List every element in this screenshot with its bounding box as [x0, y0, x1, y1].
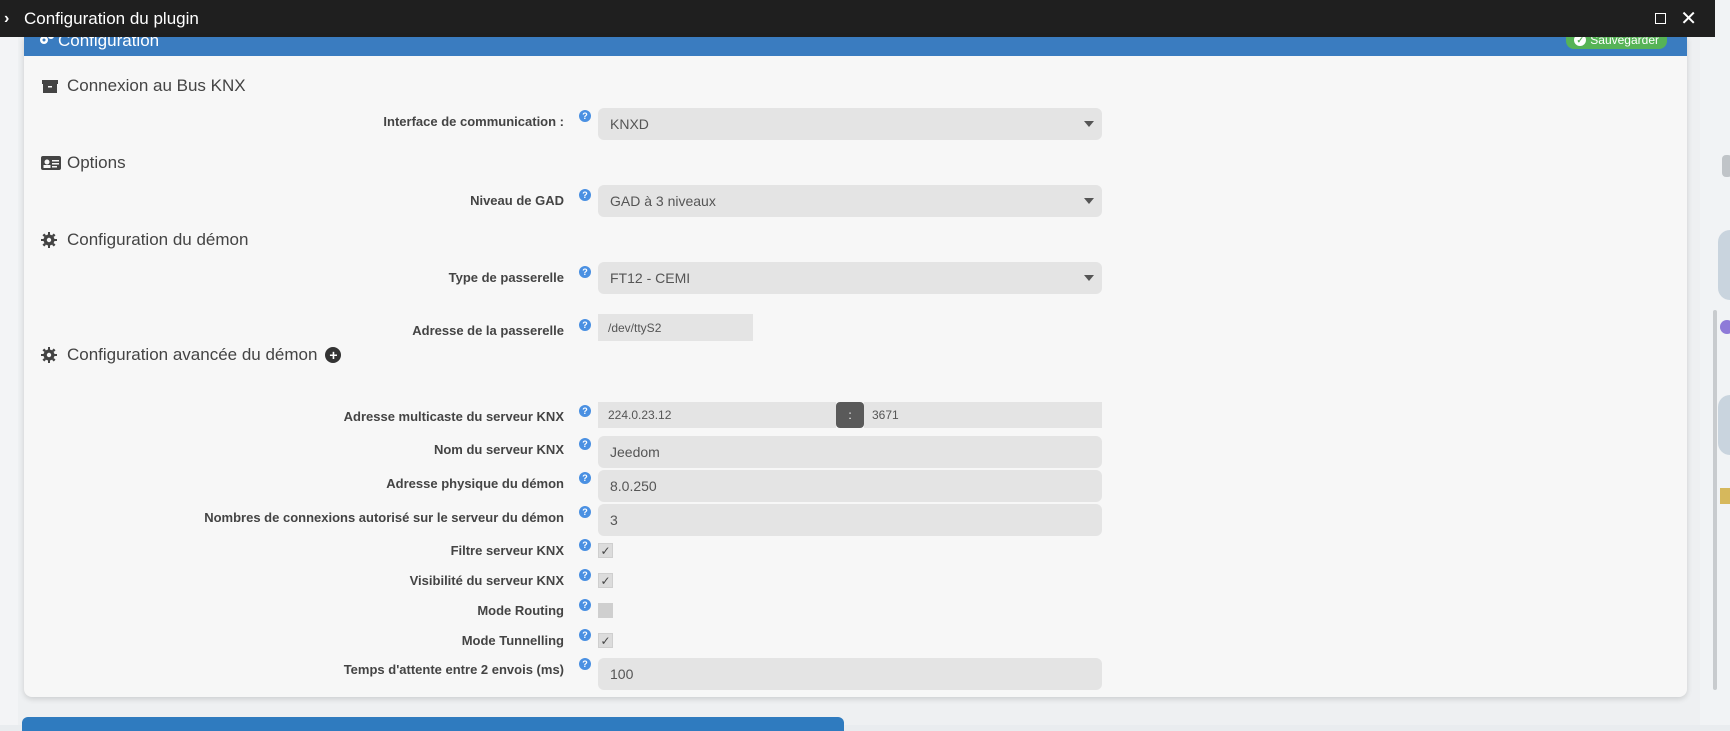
tunnelling-mode-checkbox[interactable]: ✓	[598, 633, 613, 648]
panel-title-text: Configuration	[58, 37, 160, 50]
field-row-connections: Nombres de connexions autorisé sur le se…	[24, 504, 1687, 536]
field-label: Temps d'attente entre 2 envois (ms)	[343, 662, 564, 677]
field-label: Nombres de connexions autorisé sur le se…	[204, 510, 564, 525]
multicast-ip-input[interactable]: 224.0.23.12	[598, 402, 836, 428]
field-label: Adresse physique du démon	[386, 476, 564, 491]
save-button-label: Sauvegarder	[1590, 37, 1659, 47]
section-title-text: Configuration avancée du démon	[67, 345, 318, 364]
help-icon[interactable]: ?	[579, 319, 591, 331]
connections-input[interactable]: 3	[598, 504, 1102, 536]
caret-down-icon	[1084, 198, 1094, 204]
routing-mode-checkbox[interactable]	[598, 603, 613, 618]
field-label: Interface de communication :	[383, 114, 564, 129]
field-label: Mode Routing	[477, 603, 564, 618]
window-controls: ✕	[1655, 0, 1697, 37]
help-icon[interactable]: ?	[579, 110, 591, 122]
background-shape	[1720, 488, 1730, 504]
select-value: KNXD	[610, 116, 649, 132]
server-name-input[interactable]: Jeedom	[598, 436, 1102, 468]
field-label: Visibilité du serveur KNX	[409, 573, 564, 588]
section-title-bus: Connexion au Bus KNX	[41, 76, 246, 96]
field-row-server-filter: Filtre serveur KNX ? ✓	[24, 539, 1687, 575]
maximize-icon[interactable]	[1655, 13, 1667, 24]
help-icon[interactable]: ?	[579, 599, 591, 611]
field-row-gad-level: Niveau de GAD ? GAD à 3 niveaux	[24, 185, 1687, 217]
field-row-gateway-type: Type de passerelle ? FT12 - CEMI	[24, 262, 1687, 294]
section-title-text: Configuration du démon	[67, 230, 249, 249]
field-row-wait-time: Temps d'attente entre 2 envois (ms) ? 10…	[24, 658, 1687, 690]
chevron-right-icon[interactable]: ›	[4, 10, 22, 28]
field-row-physical-address: Adresse physique du démon ? 8.0.250	[24, 470, 1687, 502]
panel-header: Configuration ✓ Sauvegarder	[24, 37, 1687, 56]
multicast-port-input[interactable]: 3671	[864, 402, 1102, 428]
select-value: FT12 - CEMI	[610, 270, 691, 286]
scrollbar[interactable]	[1713, 310, 1717, 690]
field-label: Nom du serveur KNX	[433, 442, 564, 457]
field-label: Niveau de GAD	[470, 193, 564, 208]
caret-down-icon	[1084, 121, 1094, 127]
gateway-address-input[interactable]: /dev/ttyS2	[598, 314, 753, 341]
background-shape	[1718, 230, 1730, 300]
field-row-multicast: Adresse multicaste du serveur KNX ? 224.…	[24, 402, 1687, 437]
field-label: Mode Tunnelling	[461, 633, 564, 648]
help-icon[interactable]: ?	[579, 506, 591, 518]
server-filter-checkbox[interactable]: ✓	[598, 543, 613, 558]
gad-level-select[interactable]: GAD à 3 niveaux	[598, 185, 1102, 217]
section-title-daemon: Configuration du démon	[41, 230, 248, 250]
help-icon[interactable]: ?	[579, 189, 591, 201]
help-icon[interactable]: ?	[579, 472, 591, 484]
window-title: Configuration du plugin	[24, 8, 199, 28]
section-title-options: Options	[41, 153, 126, 173]
background-shape	[1722, 155, 1730, 177]
physical-address-input[interactable]: 8.0.250	[598, 470, 1102, 502]
field-label: Adresse de la passerelle	[412, 323, 564, 338]
server-visibility-checkbox[interactable]: ✓	[598, 573, 613, 588]
background-panel-header	[22, 717, 844, 731]
window-titlebar: › Configuration du plugin ✕	[0, 0, 1715, 37]
left-background	[0, 30, 18, 725]
save-button[interactable]: ✓ Sauvegarder	[1566, 37, 1667, 49]
panel-title: Configuration	[38, 37, 159, 51]
interface-select[interactable]: KNXD	[598, 108, 1102, 140]
help-icon[interactable]: ?	[579, 266, 591, 278]
check-circle-icon: ✓	[1574, 37, 1587, 46]
multicast-separator: :	[836, 402, 864, 428]
field-row-routing-mode: Mode Routing ?	[24, 599, 1687, 635]
field-label: Type de passerelle	[448, 270, 564, 285]
archive-icon	[41, 78, 59, 94]
help-icon[interactable]: ?	[579, 539, 591, 551]
id-card-icon	[41, 155, 61, 171]
help-icon[interactable]: ?	[579, 438, 591, 450]
help-icon[interactable]: ?	[579, 569, 591, 581]
field-label: Adresse multicaste du serveur KNX	[343, 409, 564, 424]
section-title-advanced: Configuration avancée du démon +	[41, 345, 342, 365]
background-shape	[1718, 395, 1730, 455]
field-row-server-name: Nom du serveur KNX ? Jeedom	[24, 436, 1687, 468]
section-title-text: Options	[67, 153, 126, 172]
help-icon[interactable]: ?	[579, 405, 591, 417]
help-icon[interactable]: ?	[579, 658, 591, 670]
section-title-text: Connexion au Bus KNX	[67, 76, 246, 95]
field-row-server-visibility: Visibilité du serveur KNX ? ✓	[24, 569, 1687, 605]
cogs-icon	[38, 37, 58, 51]
select-value: GAD à 3 niveaux	[610, 193, 716, 209]
background-shape	[1720, 320, 1730, 334]
right-background	[1700, 0, 1730, 725]
plugin-config-modal: Configuration ✓ Sauvegarder Connexion au…	[24, 37, 1687, 697]
field-row-interface: Interface de communication : ? KNXD	[24, 108, 1687, 140]
caret-down-icon	[1084, 275, 1094, 281]
wait-time-input[interactable]: 100	[598, 658, 1102, 690]
help-icon[interactable]: ?	[579, 629, 591, 641]
plus-circle-icon[interactable]: +	[325, 347, 342, 363]
close-icon[interactable]: ✕	[1680, 9, 1697, 29]
gateway-type-select[interactable]: FT12 - CEMI	[598, 262, 1102, 294]
gear-icon	[41, 232, 59, 248]
field-label: Filtre serveur KNX	[450, 543, 564, 558]
gear-icon	[41, 347, 59, 363]
